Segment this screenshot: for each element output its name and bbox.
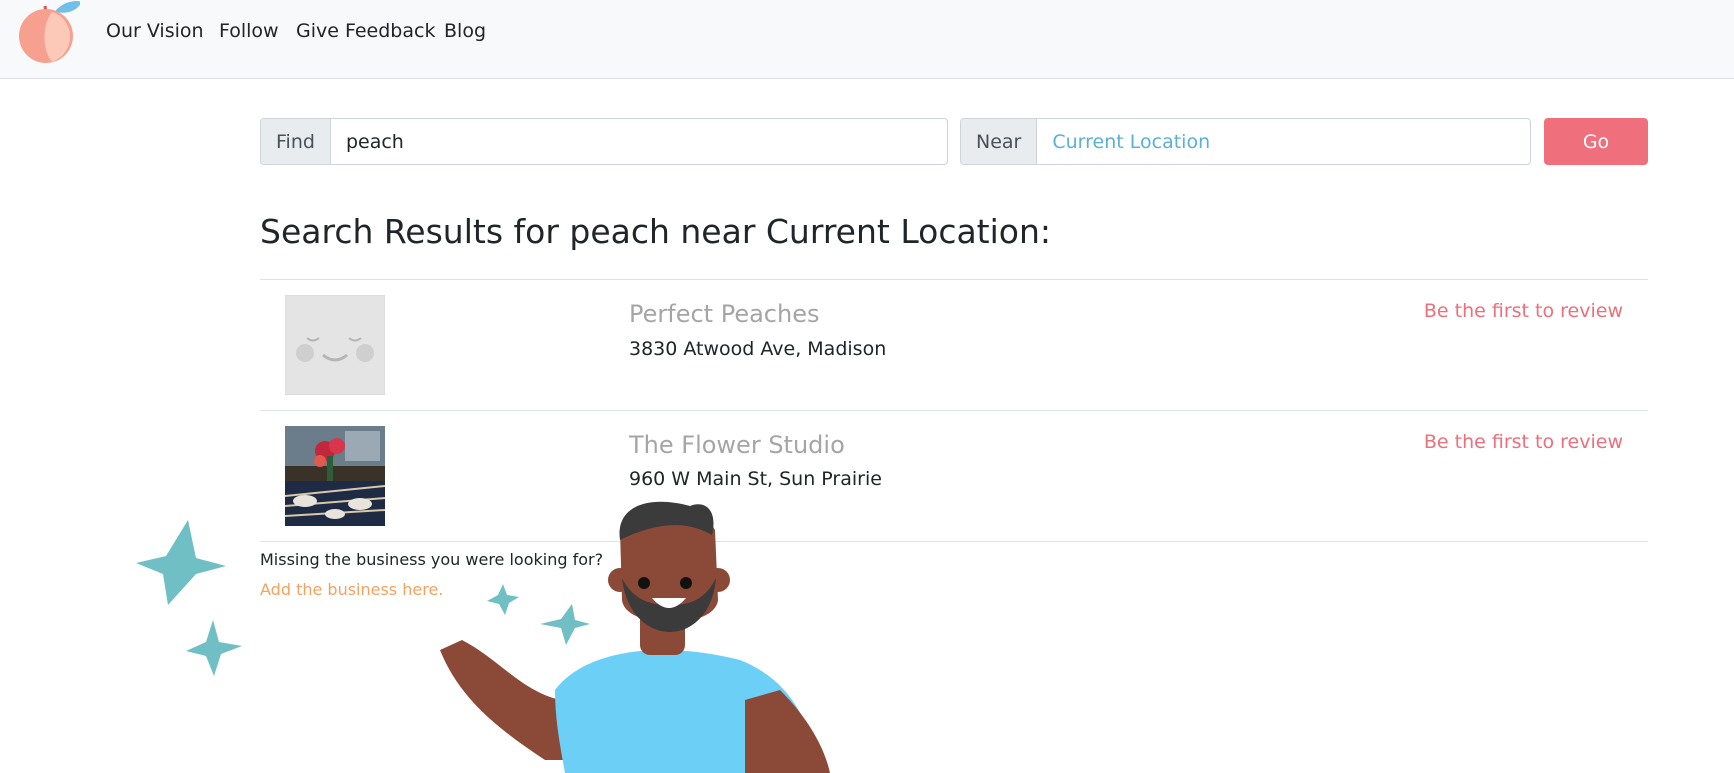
star-icon <box>487 584 519 615</box>
man-figure <box>440 501 830 773</box>
find-input[interactable] <box>330 119 947 164</box>
business-address: 960 W Main St, Sun Prairie <box>629 468 882 490</box>
star-icon <box>540 604 590 645</box>
add-business-link[interactable]: Add the business here. <box>260 580 443 599</box>
review-link[interactable]: Be the first to review <box>1424 300 1623 322</box>
review-link[interactable]: Be the first to review <box>1424 431 1623 453</box>
divider <box>260 279 1648 280</box>
photo-table-flowers-thumb[interactable] <box>285 426 385 526</box>
placeholder-face-thumb[interactable] <box>285 295 385 395</box>
divider <box>260 410 1648 411</box>
waving-person-illustration <box>136 501 830 773</box>
divider <box>260 541 1648 542</box>
nav-blog[interactable]: Blog <box>444 20 486 42</box>
business-name[interactable]: The Flower Studio <box>629 431 845 459</box>
nav-follow[interactable]: Follow <box>219 20 279 42</box>
find-label: Find <box>261 119 331 164</box>
near-group: Near <box>960 118 1531 165</box>
business-address: 3830 Atwood Ave, Madison <box>629 338 887 360</box>
peach-logo-icon[interactable] <box>12 0 80 64</box>
go-button[interactable]: Go <box>1544 118 1648 165</box>
near-label: Near <box>961 119 1038 164</box>
nav-our-vision[interactable]: Our Vision <box>106 20 204 42</box>
nav-give-feedback[interactable]: Give Feedback <box>296 20 435 42</box>
star-icon <box>186 620 242 676</box>
business-name[interactable]: Perfect Peaches <box>629 300 819 328</box>
near-input[interactable] <box>1037 119 1530 164</box>
navbar: Our Vision Follow Give Feedback Blog <box>0 0 1734 79</box>
results-title: Search Results for peach near Current Lo… <box>260 212 1052 251</box>
star-icon <box>136 520 226 605</box>
missing-business-text: Missing the business you were looking fo… <box>260 550 604 569</box>
find-group: Find <box>260 118 948 165</box>
